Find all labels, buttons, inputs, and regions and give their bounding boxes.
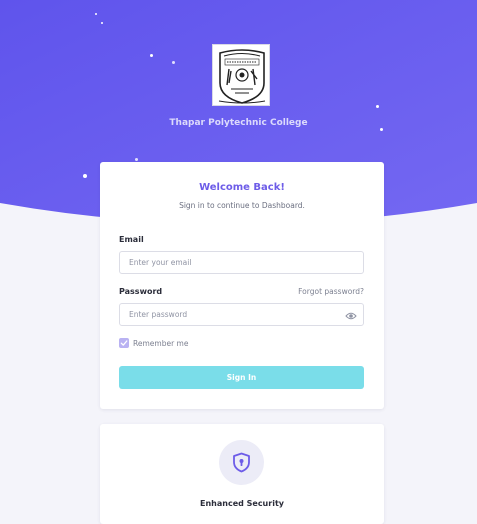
- login-card: Welcome Back! Sign in to continue to Das…: [100, 162, 384, 409]
- decor-dot: [172, 61, 175, 64]
- security-card: Enhanced Security: [100, 424, 384, 524]
- decor-dot: [380, 128, 383, 131]
- decor-dot: [95, 13, 97, 15]
- forgot-password-link[interactable]: Forgot password?: [298, 287, 364, 296]
- shield-lock-icon: [233, 452, 250, 473]
- decor-dot: [135, 158, 138, 161]
- college-crest-icon: [218, 49, 266, 104]
- college-name: Thapar Polytechnic College: [169, 118, 308, 128]
- email-label: Email: [119, 235, 144, 244]
- password-label: Password: [119, 287, 163, 296]
- email-input[interactable]: [119, 251, 364, 274]
- login-subtitle: Sign in to continue to Dashboard.: [179, 201, 305, 210]
- college-logo: [212, 44, 270, 106]
- check-icon: [120, 340, 128, 346]
- password-input[interactable]: [119, 303, 364, 326]
- decor-dot: [101, 22, 103, 24]
- login-title: Welcome Back!: [199, 182, 285, 193]
- remember-checkbox[interactable]: [119, 338, 129, 348]
- security-badge: [219, 440, 264, 485]
- eye-icon[interactable]: [345, 311, 357, 321]
- decor-dot: [83, 174, 87, 178]
- decor-dot: [150, 54, 153, 57]
- remember-label[interactable]: Remember me: [133, 339, 188, 348]
- sign-in-button[interactable]: Sign In: [119, 366, 364, 389]
- decor-dot: [376, 105, 379, 108]
